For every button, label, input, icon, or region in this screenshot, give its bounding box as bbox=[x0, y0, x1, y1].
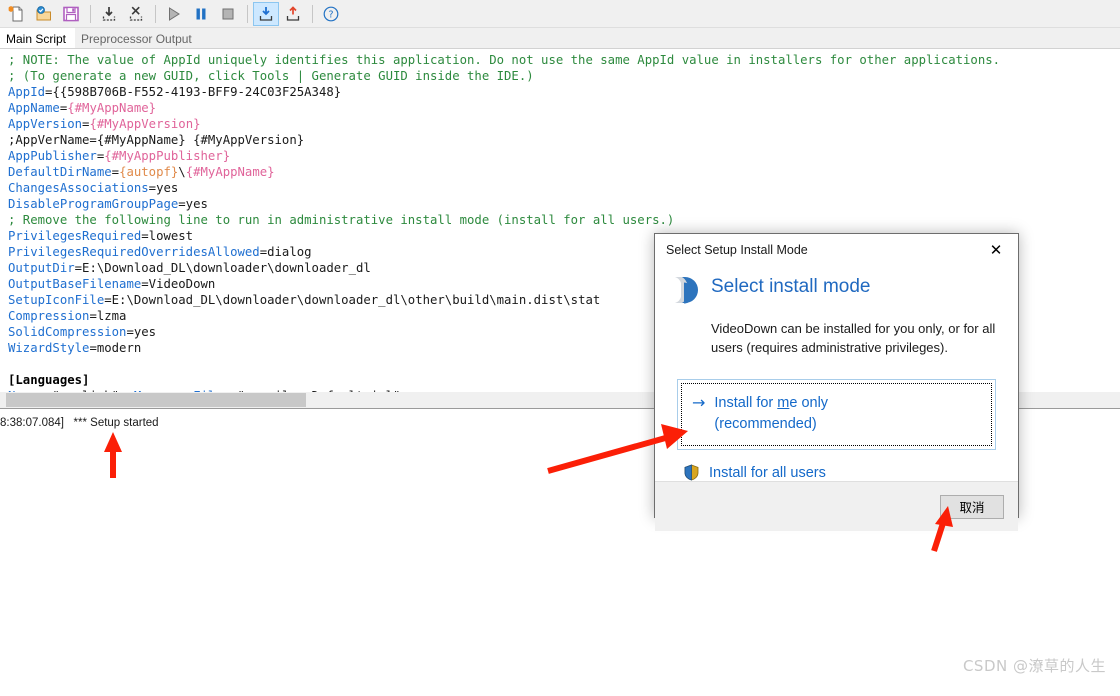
code-token: AppName bbox=[8, 101, 60, 115]
code-token: AppVersion bbox=[8, 117, 83, 131]
install-for-me-only-option[interactable]: → Install for me only (recommended) bbox=[677, 379, 996, 450]
code-token: =E:\Download_DL\downloader\downloader_dl bbox=[74, 261, 371, 275]
dialog-header: Select install mode bbox=[671, 271, 1002, 309]
code-line: ; (To generate a new GUID, click Tools |… bbox=[0, 68, 1120, 84]
code-token: =dialog bbox=[259, 245, 312, 259]
code-token: ; Remove the following line to run in ad… bbox=[8, 213, 675, 227]
code-token: {#MyAppName} bbox=[67, 101, 157, 115]
save-icon[interactable] bbox=[58, 2, 84, 26]
code-line: ChangesAssociations=yes bbox=[0, 180, 1120, 196]
code-token: \ bbox=[178, 165, 186, 179]
dialog-description: VideoDown can be installed for you only,… bbox=[711, 321, 996, 355]
import-icon[interactable] bbox=[96, 2, 122, 26]
dialog-title-bar: Select Setup Install Mode ✕ bbox=[655, 234, 1018, 265]
close-icon[interactable]: ✕ bbox=[974, 235, 1018, 265]
app-logo-icon bbox=[671, 273, 705, 309]
code-line: AppPublisher={#MyAppPublisher} bbox=[0, 148, 1120, 164]
toolbar-separator bbox=[247, 4, 248, 23]
arrow-right-icon: → bbox=[692, 393, 706, 412]
code-line: ; Remove the following line to run in ad… bbox=[0, 212, 1120, 228]
install-for-all-users-label: Install for all users bbox=[709, 464, 826, 481]
opt-line1-accesskey: m bbox=[777, 395, 790, 411]
code-token: {#MyAppVersion} bbox=[89, 117, 201, 131]
help-icon[interactable]: ? bbox=[318, 2, 344, 26]
code-token: PrivilegesRequired bbox=[8, 229, 142, 243]
code-token: =yes bbox=[126, 325, 157, 339]
code-token: SolidCompression bbox=[8, 325, 127, 339]
code-token: {#MyAppName} bbox=[185, 165, 275, 179]
dialog-body: Select install mode VideoDown can be ins… bbox=[655, 265, 1018, 481]
code-token: [Languages] bbox=[8, 373, 90, 387]
code-token: ; (To generate a new GUID, click Tools |… bbox=[8, 69, 534, 83]
cancel-button[interactable]: 取消 bbox=[940, 494, 1004, 519]
watermark: CSDN @潦草的人生 bbox=[962, 657, 1106, 675]
scrollbar-thumb[interactable] bbox=[6, 393, 306, 407]
code-token: =lzma bbox=[89, 309, 127, 323]
upload-icon[interactable] bbox=[280, 2, 306, 26]
code-line: AppVersion={#MyAppVersion} bbox=[0, 116, 1120, 132]
code-token: {{598B706B-F552-4193-BFF9-24C03F25A348} bbox=[52, 85, 342, 99]
code-token: ;AppVerName={#MyAppName} {#MyAppVersion} bbox=[8, 133, 305, 147]
code-token: {autopf} bbox=[119, 165, 179, 179]
tab-main-script-label: Main Script bbox=[6, 32, 67, 46]
code-token: OutputBaseFilename bbox=[8, 277, 142, 291]
code-token: DefaultDirName bbox=[8, 165, 112, 179]
toolbar-separator bbox=[312, 4, 313, 23]
code-token: WizardStyle bbox=[8, 341, 90, 355]
code-token: ChangesAssociations bbox=[8, 181, 149, 195]
code-token: =yes bbox=[148, 181, 179, 195]
run-icon[interactable] bbox=[161, 2, 187, 26]
svg-text:?: ? bbox=[328, 9, 333, 20]
tab-preprocessor-output[interactable]: Preprocessor Output bbox=[75, 28, 201, 48]
app-window: ? Main Script Preprocessor Output ; NOTE… bbox=[0, 0, 1120, 696]
code-token: AppPublisher bbox=[8, 149, 97, 163]
code-line: AppName={#MyAppName} bbox=[0, 100, 1120, 116]
code-token: = bbox=[111, 165, 120, 179]
toolbar: ? bbox=[0, 0, 1120, 28]
shield-icon bbox=[683, 464, 700, 481]
dialog-heading: Select install mode bbox=[711, 276, 871, 297]
opt-line1-pre: Install for bbox=[714, 395, 778, 411]
code-token: SetupIconFile bbox=[8, 293, 105, 307]
select-setup-install-mode-dialog: Select Setup Install Mode ✕ Select insta… bbox=[654, 233, 1019, 531]
new-file-icon[interactable] bbox=[4, 2, 30, 26]
code-token: AppId bbox=[8, 85, 46, 99]
code-line: ;AppVerName={#MyAppName} {#MyAppVersion} bbox=[0, 132, 1120, 148]
code-token: OutputDir bbox=[8, 261, 75, 275]
code-line: DefaultDirName={autopf}\{#MyAppName} bbox=[0, 164, 1120, 180]
code-token: =E:\Download_DL\downloader\downloader_dl… bbox=[104, 293, 601, 307]
code-token: =modern bbox=[89, 341, 142, 355]
open-file-icon[interactable] bbox=[31, 2, 57, 26]
opt-line1-post: e only bbox=[789, 395, 829, 411]
code-token: =lowest bbox=[141, 229, 194, 243]
code-token: Compression bbox=[8, 309, 90, 323]
close-script-icon[interactable] bbox=[123, 2, 149, 26]
opt-line2: (recommended) bbox=[714, 416, 817, 432]
install-for-me-only-label: Install for me only (recommended) bbox=[714, 393, 828, 435]
code-token: DisableProgramGroupPage bbox=[8, 197, 179, 211]
tab-preprocessor-output-label: Preprocessor Output bbox=[81, 32, 192, 46]
code-line: DisableProgramGroupPage=yes bbox=[0, 196, 1120, 212]
code-line: ; NOTE: The value of AppId uniquely iden… bbox=[0, 52, 1120, 68]
pause-icon[interactable] bbox=[188, 2, 214, 26]
code-token: =VideoDown bbox=[141, 277, 216, 291]
code-token: PrivilegesRequiredOverridesAllowed bbox=[8, 245, 260, 259]
toolbar-separator bbox=[155, 4, 156, 23]
toolbar-separator bbox=[90, 4, 91, 23]
tab-main-script[interactable]: Main Script bbox=[0, 28, 76, 48]
dialog-title: Select Setup Install Mode bbox=[666, 242, 808, 257]
install-for-all-users-option[interactable]: Install for all users bbox=[683, 464, 996, 481]
code-token: ; NOTE: The value of AppId uniquely iden… bbox=[8, 53, 1001, 67]
code-line: AppId={{598B706B-F552-4193-BFF9-24C03F25… bbox=[0, 84, 1120, 100]
code-token: {#MyAppPublisher} bbox=[104, 149, 231, 163]
dialog-footer: 取消 bbox=[655, 481, 1018, 531]
compile-icon[interactable] bbox=[253, 1, 279, 26]
code-token: =yes bbox=[178, 197, 208, 211]
stop-icon[interactable] bbox=[215, 2, 241, 26]
tab-strip: Main Script Preprocessor Output bbox=[0, 28, 1120, 49]
